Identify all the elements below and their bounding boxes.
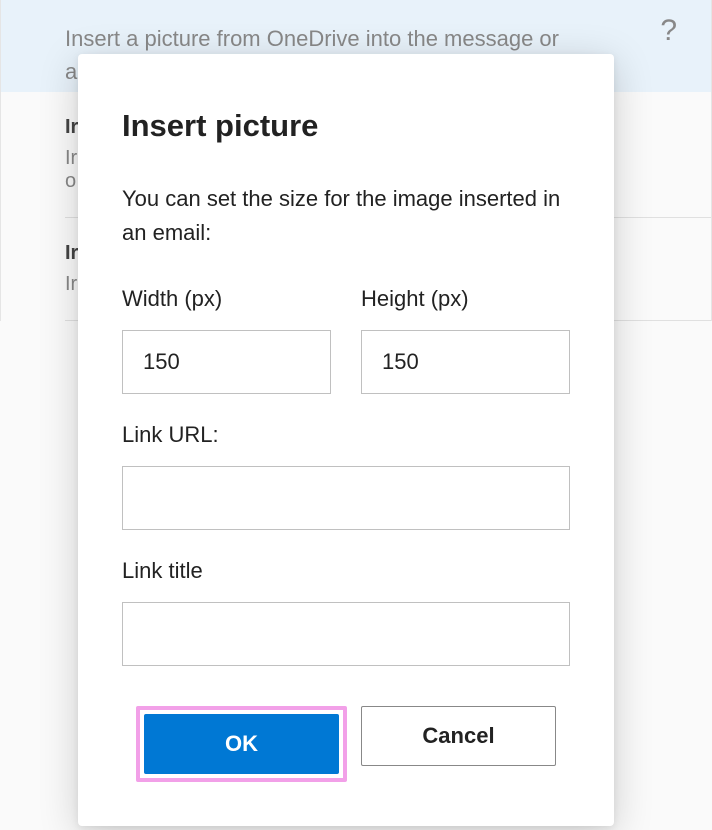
insert-picture-dialog: Insert picture You can set the size for … <box>78 54 614 826</box>
link-title-input[interactable] <box>122 602 570 666</box>
ok-button[interactable]: OK <box>144 714 339 774</box>
ok-button-highlight: OK <box>136 706 347 782</box>
link-url-input[interactable] <box>122 466 570 530</box>
height-input[interactable] <box>361 330 570 394</box>
width-label: Width (px) <box>122 286 331 312</box>
height-label: Height (px) <box>361 286 570 312</box>
link-title-label: Link title <box>122 558 570 584</box>
width-input[interactable] <box>122 330 331 394</box>
link-url-label: Link URL: <box>122 422 570 448</box>
dialog-description: You can set the size for the image inser… <box>122 182 570 250</box>
cancel-button[interactable]: Cancel <box>361 706 556 766</box>
dialog-title: Insert picture <box>122 108 570 144</box>
dialog-buttons: OK Cancel <box>122 706 570 782</box>
help-icon[interactable]: ? <box>660 14 677 48</box>
